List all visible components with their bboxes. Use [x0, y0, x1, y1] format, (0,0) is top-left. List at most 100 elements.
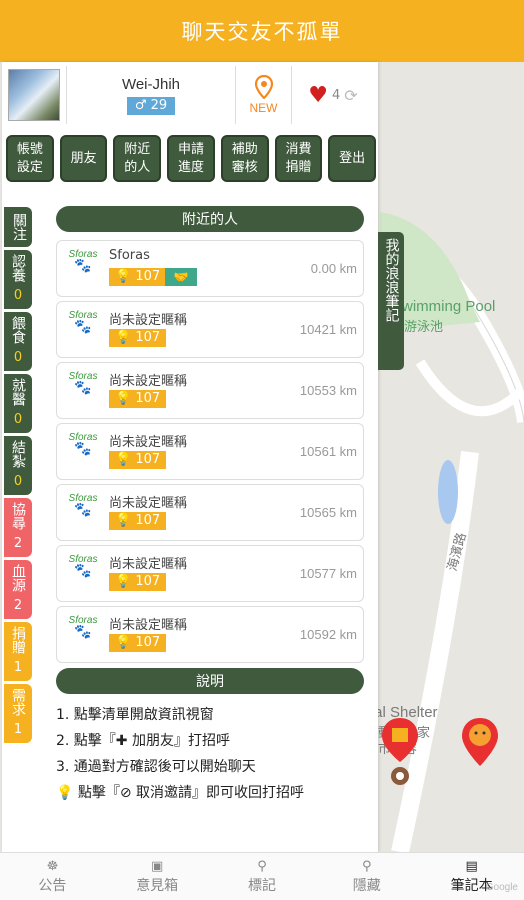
instructions: 1. 點擊清單開啟資訊視窗 2. 點擊『✚ 加朋友』打招呼 3. 通過對方確認後…	[56, 702, 376, 806]
user-age-badge: ♂ 29	[126, 96, 176, 115]
side-tab-neuter[interactable]: 結紮 0	[4, 436, 32, 495]
sforas-logo-icon: Sforas 🐾	[68, 615, 98, 640]
side-tab-follow[interactable]: 關注	[4, 207, 32, 247]
nearby-person-row[interactable]: Sforas 🐾 尚未設定暱稱 💡 107 10565 km	[56, 484, 364, 541]
person-distance: 0.00 km	[310, 261, 357, 276]
side-tab-feed[interactable]: 餵食 0	[4, 312, 32, 371]
person-distance: 10592 km	[299, 627, 357, 642]
score-badge: 💡 107	[109, 268, 167, 286]
box-icon: ▣	[151, 858, 164, 874]
heart-icon: ♥	[308, 82, 329, 108]
notebook-icon: ▤	[465, 858, 478, 874]
person-name: 尚未設定暱稱	[109, 618, 188, 633]
person-distance: 10577 km	[299, 566, 357, 581]
score-badge: 💡 107	[109, 451, 167, 469]
person-name: 尚未設定暱稱	[109, 557, 188, 572]
nearby-person-row[interactable]: Sforas 🐾 尚未設定暱稱 💡 107 10592 km	[56, 606, 364, 663]
sforas-logo-icon: Sforas 🐾	[68, 310, 98, 335]
person-distance: 10553 km	[299, 383, 357, 398]
likes-counter[interactable]: ♥ 4 ⟳	[292, 66, 374, 124]
instruction-line: 3. 通過對方確認後可以開始聊天	[56, 759, 256, 775]
nearby-person-row[interactable]: Sforas 🐾 尚未設定暱稱 💡 107 10561 km	[56, 423, 364, 480]
new-label: NEW	[249, 101, 278, 115]
score-badge: 💡 107	[109, 634, 167, 652]
sforas-logo-icon: Sforas 🐾	[68, 249, 98, 274]
app-title: 聊天交友不孤單	[181, 20, 343, 44]
application-progress-button[interactable]: 申請 進度	[167, 135, 215, 182]
sforas-logo-icon: Sforas 🐾	[68, 554, 98, 579]
bottom-nav: ☸ 公告 ▣ 意見箱 ⚲ 標記 ⚲ 隱藏 ▤ 筆記本	[0, 852, 524, 900]
score-badge: 💡 107	[109, 512, 167, 530]
explain-section-title: 說明	[56, 668, 364, 694]
nav-announcement[interactable]: ☸ 公告	[0, 853, 105, 900]
side-tab-donate[interactable]: 捐贈 1	[4, 622, 32, 681]
nav-suggestion-box[interactable]: ▣ 意見箱	[105, 853, 210, 900]
person-distance: 10561 km	[299, 444, 357, 459]
person-name: 尚未設定暱稱	[109, 374, 188, 389]
pin-icon: ⚲	[257, 858, 267, 874]
sforas-logo-icon: Sforas 🐾	[68, 371, 98, 396]
avatar[interactable]	[8, 69, 60, 121]
paw-icon: 🐾	[74, 258, 92, 274]
user-info: Wei-Jhih ♂ 29	[66, 66, 236, 124]
side-tab-medical[interactable]: 就醫 0	[4, 374, 32, 433]
app-header: 聊天交友不孤單	[0, 0, 524, 62]
my-stray-notes-tab[interactable]: 我的浪浪筆記	[378, 232, 404, 370]
score-badge: 💡 107	[109, 573, 167, 591]
score-badge: 💡 107	[109, 390, 167, 408]
person-distance: 10565 km	[299, 505, 357, 520]
sforas-logo-icon: Sforas 🐾	[68, 432, 98, 457]
nav-hide[interactable]: ⚲ 隱藏	[314, 853, 419, 900]
instruction-line: 2. 點擊『✚ 加朋友』打招呼	[56, 733, 230, 749]
side-tab-blood[interactable]: 血源 2	[4, 560, 32, 619]
pin-icon: ⚲	[362, 858, 372, 874]
nearby-person-row[interactable]: Sforas 🐾 Sforas 💡 107 🤝 0.00 km	[56, 240, 364, 297]
nearby-section-title: 附近的人	[56, 206, 364, 232]
location-pin-icon	[254, 75, 273, 99]
nav-mark[interactable]: ⚲ 標記	[210, 853, 315, 900]
profile-bar: Wei-Jhih ♂ 29 NEW ♥ 4 ⟳	[8, 66, 374, 124]
likes-count: 4	[332, 87, 341, 103]
person-distance: 10421 km	[299, 322, 357, 337]
left-panel: Wei-Jhih ♂ 29 NEW ♥ 4 ⟳ 帳號 設定 朋友 附近 的人 申…	[2, 62, 378, 852]
paw-icon: 🐾	[74, 380, 92, 396]
announce-icon: ☸	[46, 858, 59, 874]
paw-icon: 🐾	[74, 624, 92, 640]
side-tab-adopt[interactable]: 認養 0	[4, 250, 32, 309]
new-location-button[interactable]: NEW	[236, 66, 292, 124]
person-name: 尚未設定暱稱	[109, 313, 188, 328]
account-settings-button[interactable]: 帳號 設定	[6, 135, 54, 182]
side-tab-need[interactable]: 需求 1	[4, 684, 32, 743]
nearby-person-row[interactable]: Sforas 🐾 尚未設定暱稱 💡 107 10553 km	[56, 362, 364, 419]
paw-icon: 🐾	[74, 563, 92, 579]
score-badge: 💡 107	[109, 329, 167, 347]
person-name: 尚未設定暱稱	[109, 435, 188, 450]
donation-button[interactable]: 消費 捐贈	[274, 135, 323, 182]
map-label-pool: Swimming Pool	[392, 298, 496, 315]
side-tabs: 關注 認養 0 餵食 0 就醫 0 結紮 0 協尋 2 血源 2 捐贈 1 需求 1	[4, 207, 34, 746]
user-name: Wei-Jhih	[121, 75, 181, 93]
map-label-pool-zh: 游泳池	[404, 319, 444, 334]
side-tab-search[interactable]: 協尋 2	[4, 498, 32, 557]
nearby-person-row[interactable]: Sforas 🐾 尚未設定暱稱 💡 107 10577 km	[56, 545, 364, 602]
nearby-people-button[interactable]: 附近 的人	[113, 135, 162, 182]
refresh-icon[interactable]: ⟳	[344, 86, 357, 105]
shelter-pin-icon[interactable]	[380, 716, 420, 786]
logout-button[interactable]: 登出	[328, 135, 377, 182]
nearby-list: Sforas 🐾 Sforas 💡 107 🤝 0.00 km Sforas 🐾 尚未設定暱稱 💡…	[56, 240, 364, 667]
dog-pin-icon[interactable]	[460, 716, 500, 770]
sforas-logo-icon: Sforas 🐾	[68, 493, 98, 518]
person-name: 尚未設定暱稱	[109, 496, 188, 511]
subsidy-review-button[interactable]: 補助 審核	[220, 135, 269, 182]
friends-button[interactable]: 朋友	[59, 135, 108, 182]
instruction-line: 💡 點擊『⊘ 取消邀請』即可收回打招呼	[56, 785, 305, 801]
action-buttons: 帳號 設定 朋友 附近 的人 申請 進度 補助 審核 消費 捐贈 登出	[6, 135, 377, 182]
handshake-icon[interactable]: 🤝	[165, 268, 197, 286]
nearby-person-row[interactable]: Sforas 🐾 尚未設定暱稱 💡 107 10421 km	[56, 301, 364, 358]
instruction-line: 1. 點擊清單開啟資訊視窗	[56, 707, 214, 723]
paw-icon: 🐾	[74, 319, 92, 335]
google-logo: Google	[485, 882, 518, 893]
paw-icon: 🐾	[74, 502, 92, 518]
person-name: Sforas	[109, 248, 150, 263]
paw-icon: 🐾	[74, 441, 92, 457]
